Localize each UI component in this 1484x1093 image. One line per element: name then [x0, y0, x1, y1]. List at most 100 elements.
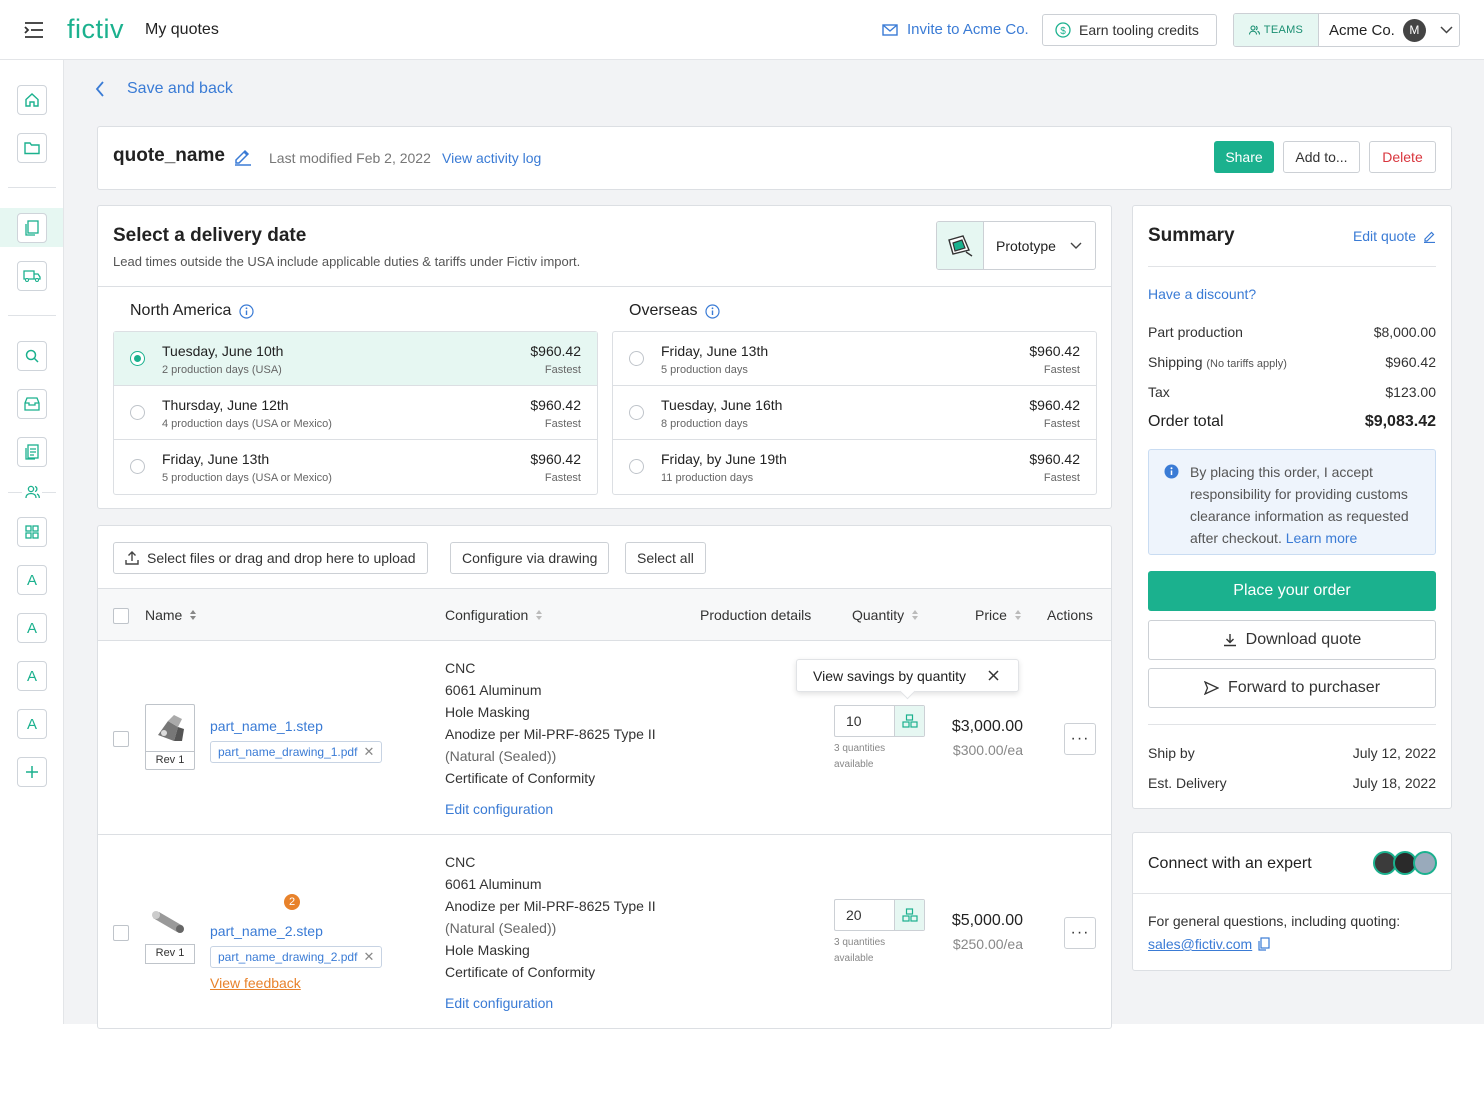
- workspace-a-button[interactable]: A: [17, 661, 47, 691]
- select-all-button[interactable]: Select all: [625, 542, 706, 574]
- sales-email-link[interactable]: sales@fictiv.com: [1148, 936, 1252, 952]
- truck-icon[interactable]: [17, 261, 47, 291]
- radio-button[interactable]: [629, 405, 644, 420]
- quantity-input[interactable]: 20: [834, 899, 925, 931]
- earn-credits-button[interactable]: $ Earn tooling credits: [1042, 14, 1217, 46]
- avatar[interactable]: M: [1402, 18, 1426, 42]
- delete-button[interactable]: Delete: [1369, 141, 1436, 173]
- configuration-list: CNC 6061 Aluminum Anodize per Mil-PRF-86…: [445, 854, 656, 980]
- expert-title: Connect with an expert: [1148, 855, 1312, 872]
- more-actions-icon[interactable]: ···: [1064, 723, 1096, 755]
- home-icon[interactable]: [17, 85, 47, 115]
- prototype-icon: [948, 234, 973, 257]
- invite-link[interactable]: Invite to Acme Co.: [882, 21, 1029, 38]
- view-feedback-link[interactable]: View feedback: [210, 975, 301, 991]
- radio-button[interactable]: [130, 459, 145, 474]
- more-actions-icon[interactable]: ···: [1064, 917, 1096, 949]
- drawing-chip[interactable]: part_name_drawing_2.pdf ✕: [210, 946, 383, 968]
- share-button[interactable]: Share: [1214, 141, 1274, 173]
- parts-card: Select files or drag and drop here to up…: [97, 525, 1112, 1029]
- edit-configuration-link[interactable]: Edit configuration: [445, 801, 553, 817]
- column-header-name[interactable]: Name: [145, 607, 197, 623]
- select-all-checkbox[interactable]: [113, 608, 129, 624]
- plus-icon[interactable]: [17, 757, 47, 787]
- add-to-button[interactable]: Add to...: [1283, 141, 1360, 173]
- mode-label: Prototype: [996, 237, 1056, 254]
- radio-button[interactable]: [130, 351, 145, 366]
- sidebar-divider: [8, 187, 56, 188]
- expert-card: Connect with an expert For general quest…: [1132, 832, 1452, 971]
- row-checkbox[interactable]: [113, 925, 129, 941]
- part-file-link[interactable]: part_name_1.step: [210, 718, 323, 734]
- part-preview-icon: [152, 911, 184, 933]
- discount-link[interactable]: Have a discount?: [1148, 286, 1256, 302]
- delivery-option[interactable]: Friday, June 13th 5 production days (USA…: [114, 440, 597, 494]
- copy-icon[interactable]: [1258, 937, 1270, 951]
- column-header-configuration[interactable]: Configuration: [445, 607, 543, 623]
- pencil-icon[interactable]: [233, 147, 253, 166]
- edit-quote-link[interactable]: Edit quote: [1353, 228, 1436, 244]
- close-icon[interactable]: [988, 670, 999, 681]
- save-and-back-link[interactable]: Save and back: [95, 80, 233, 98]
- part-thumbnail[interactable]: Rev 1: [145, 898, 195, 964]
- edit-configuration-link[interactable]: Edit configuration: [445, 995, 553, 1011]
- info-icon[interactable]: [239, 303, 254, 319]
- forward-to-purchaser-button[interactable]: Forward to purchaser: [1148, 668, 1436, 708]
- part-file-link[interactable]: part_name_2.step: [210, 923, 323, 939]
- earn-label: Earn tooling credits: [1079, 22, 1199, 38]
- delivery-option[interactable]: Thursday, June 12th 4 production days (U…: [114, 386, 597, 440]
- grid-icon[interactable]: [17, 517, 47, 547]
- info-icon: [1164, 464, 1179, 479]
- revision-label: Rev 1: [146, 751, 194, 769]
- delivery-option[interactable]: Tuesday, June 16th 8 production days $96…: [613, 386, 1096, 440]
- quantity-input[interactable]: 10: [834, 705, 925, 737]
- quantity-savings-icon[interactable]: [894, 706, 924, 736]
- quantity-savings-icon[interactable]: [894, 900, 924, 930]
- delivery-option[interactable]: Friday, by June 19th 11 production days …: [613, 440, 1096, 494]
- chevron-down-icon: [1070, 242, 1082, 249]
- fictiv-logo[interactable]: fictiv: [67, 14, 124, 45]
- workspace-a-button[interactable]: A: [17, 565, 47, 595]
- close-icon[interactable]: ✕: [363, 744, 374, 760]
- close-icon[interactable]: ✕: [363, 949, 374, 965]
- drawing-chip[interactable]: part_name_drawing_1.pdf ✕: [210, 741, 383, 763]
- ship-by: Ship by July 12, 2022: [1148, 745, 1436, 761]
- radio-button[interactable]: [629, 351, 644, 366]
- summary-line: Part production $8,000.00: [1148, 324, 1436, 340]
- workspace-a-button[interactable]: A: [17, 613, 47, 643]
- info-icon[interactable]: [705, 303, 721, 319]
- divider: [1148, 266, 1436, 267]
- row-checkbox[interactable]: [113, 731, 129, 747]
- column-header-quantity[interactable]: Quantity: [852, 607, 919, 623]
- activity-log-link[interactable]: View activity log: [442, 150, 541, 166]
- configure-via-drawing-button[interactable]: Configure via drawing: [450, 542, 610, 574]
- sidebar-divider: [8, 492, 22, 493]
- folder-icon[interactable]: [17, 133, 47, 163]
- catalog-icon[interactable]: [17, 437, 47, 467]
- place-order-button[interactable]: Place your order: [1148, 571, 1436, 611]
- column-header-price[interactable]: Price: [975, 607, 1021, 623]
- overseas-options: Friday, June 13th 5 production days $960…: [612, 331, 1097, 495]
- inbox-icon[interactable]: [17, 389, 47, 419]
- delivery-option[interactable]: Friday, June 13th 5 production days $960…: [613, 332, 1096, 386]
- pencil-icon: [1424, 231, 1435, 243]
- radio-button[interactable]: [130, 405, 145, 420]
- search-icon[interactable]: [17, 341, 47, 371]
- expert-avatars: [1373, 851, 1437, 875]
- chevron-down-icon[interactable]: [1440, 26, 1453, 34]
- org-switcher[interactable]: TEAMS Acme Co. M: [1233, 13, 1460, 47]
- quotes-icon[interactable]: [17, 213, 47, 243]
- radio-button[interactable]: [629, 459, 644, 474]
- mail-icon: [882, 23, 898, 36]
- menu-icon[interactable]: [24, 21, 44, 44]
- divider: [1133, 893, 1451, 894]
- mode-select[interactable]: Prototype: [936, 221, 1096, 270]
- workspace-a-button[interactable]: A: [17, 709, 47, 739]
- invite-label: Invite to Acme Co.: [907, 21, 1029, 38]
- download-quote-button[interactable]: Download quote: [1148, 620, 1436, 660]
- learn-more-link[interactable]: Learn more: [1286, 530, 1358, 546]
- part-thumbnail[interactable]: Rev 1: [145, 704, 195, 770]
- delivery-option[interactable]: Tuesday, June 10th 2 production days (US…: [114, 332, 597, 386]
- sort-icon: [190, 610, 197, 620]
- upload-button[interactable]: Select files or drag and drop here to up…: [113, 542, 428, 574]
